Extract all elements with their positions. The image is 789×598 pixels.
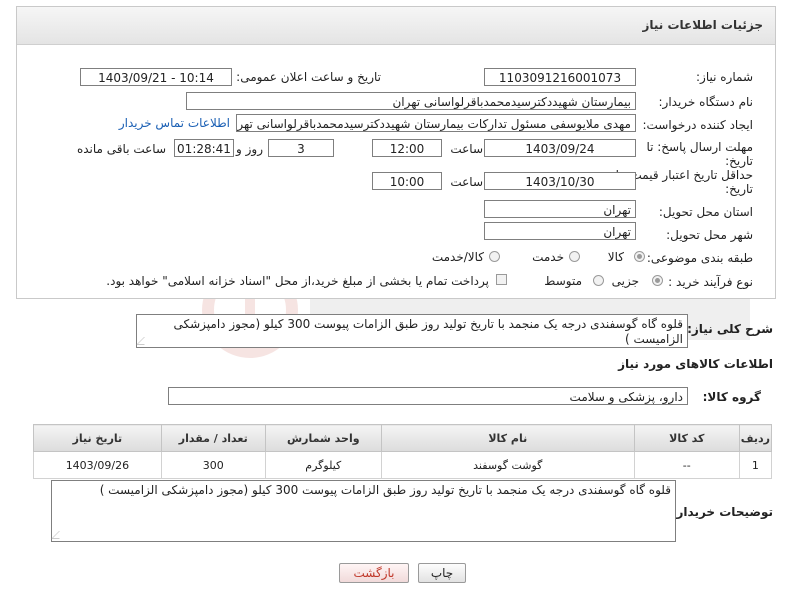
category-option-goods: کالا <box>607 250 624 264</box>
validity-date-field: 1403/10/30 <box>484 172 636 190</box>
goods-group-label: گروه کالا: <box>702 390 761 404</box>
description-text: قلوه گاه گوسفندی درجه یک منجمد با تاریخ … <box>173 317 683 346</box>
cell-name: گوشت گوسفند <box>380 451 635 479</box>
buyer-org-field: بیمارستان شهیددکترسیدمحمدباقرلواسانی تهر… <box>186 92 636 110</box>
deadline-date-field: 1403/09/24 <box>484 139 636 157</box>
validity-label-date: تاریخ: <box>725 182 753 196</box>
cell-code: -- <box>633 451 740 479</box>
cell-row: 1 <box>738 451 773 479</box>
remaining-label: ساعت باقی مانده <box>76 142 166 156</box>
buyer-org-label: نام دستگاه خریدار: <box>658 95 754 109</box>
description-label: شرح کلی نیاز: <box>687 322 773 336</box>
process-label: نوع فرآیند خرید : <box>668 275 753 289</box>
validity-time-field: 10:00 <box>372 172 442 190</box>
province-label: استان محل تحویل: <box>658 205 753 219</box>
col-code: کد کالا <box>633 424 740 452</box>
category-radio-goods-service[interactable] <box>489 251 500 262</box>
page-title: جزئیات اطلاعات نیاز <box>642 18 763 32</box>
process-radio-medium[interactable] <box>593 275 604 286</box>
payment-note: پرداخت تمام یا بخشی از مبلغ خرید،از محل … <box>106 274 489 288</box>
remaining-time-field: 01:28:41 <box>174 139 234 157</box>
category-radio-service[interactable] <box>569 251 580 262</box>
back-button[interactable]: بازگشت <box>339 563 409 583</box>
need-number-label: شماره نیاز: <box>696 70 753 84</box>
city-field: تهران <box>484 222 636 240</box>
creator-label: ایجاد کننده درخواست: <box>642 118 753 132</box>
cell-qty: 300 <box>160 451 266 479</box>
category-option-service: خدمت <box>532 250 564 264</box>
days-field: 3 <box>268 139 334 157</box>
city-label: شهر محل تحویل: <box>666 228 753 242</box>
cell-unit: کیلوگرم <box>264 451 382 479</box>
goods-section-title: اطلاعات کالاهای مورد نیاز <box>618 357 773 371</box>
table-row: 1 -- گوشت گوسفند کیلوگرم 300 1403/09/26 <box>33 451 773 479</box>
days-label: روز و <box>236 142 263 156</box>
print-button[interactable]: چاپ <box>418 563 466 583</box>
buyer-notes-label: توضیحات خریدار: <box>671 505 773 519</box>
payment-checkbox[interactable] <box>496 274 507 285</box>
deadline-label-date: تاریخ: <box>725 154 753 168</box>
creator-field: مهدی ملایوسفی مسئول تدارکات بیمارستان شه… <box>236 114 636 132</box>
deadline-label: مهلت ارسال پاسخ: تا <box>646 140 753 154</box>
col-qty: تعداد / مقدار <box>160 424 266 452</box>
goods-table: ردیف کد کالا نام کالا واحد شمارش تعداد /… <box>33 424 773 479</box>
announce-field: 1403/09/21 - 10:14 <box>80 68 232 86</box>
category-label: طبقه بندی موضوعی: <box>646 251 753 265</box>
col-unit: واحد شمارش <box>264 424 382 452</box>
validity-time-label: ساعت <box>450 175 483 189</box>
col-name: نام کالا <box>380 424 635 452</box>
buyer-contact-link[interactable]: اطلاعات تماس خریدار <box>119 116 230 130</box>
process-radio-minor[interactable] <box>652 275 663 286</box>
announce-label: تاریخ و ساعت اعلان عمومی: <box>236 70 381 84</box>
col-date: تاریخ نیاز <box>33 424 162 452</box>
cell-date: 1403/09/26 <box>33 451 162 479</box>
validity-label: حداقل تاریخ اعتبار قیمت: تا <box>615 168 753 182</box>
category-option-goods-service: کالا/خدمت <box>431 250 484 264</box>
col-row: ردیف <box>738 424 773 452</box>
buyer-notes-text: قلوه گاه گوسفندی درجه یک منجمد با تاریخ … <box>99 483 671 497</box>
goods-group-field: دارو، پزشکی و سلامت <box>168 387 688 405</box>
process-option-minor: جزیی <box>611 274 639 288</box>
resize-handle-icon[interactable] <box>136 337 152 345</box>
province-field: تهران <box>484 200 636 218</box>
need-number-field: 1103091216001073 <box>484 68 636 86</box>
category-radio-goods[interactable] <box>634 251 645 262</box>
buyer-notes-textarea[interactable]: قلوه گاه گوسفندی درجه یک منجمد با تاریخ … <box>51 480 676 542</box>
process-option-medium: متوسط <box>544 274 582 288</box>
resize-handle-icon[interactable] <box>51 531 67 539</box>
panel-header: جزئیات اطلاعات نیاز <box>17 7 775 45</box>
description-textarea[interactable]: قلوه گاه گوسفندی درجه یک منجمد با تاریخ … <box>136 314 688 348</box>
deadline-time-label: ساعت <box>450 142 483 156</box>
table-header-row: ردیف کد کالا نام کالا واحد شمارش تعداد /… <box>33 424 773 452</box>
deadline-time-field: 12:00 <box>372 139 442 157</box>
